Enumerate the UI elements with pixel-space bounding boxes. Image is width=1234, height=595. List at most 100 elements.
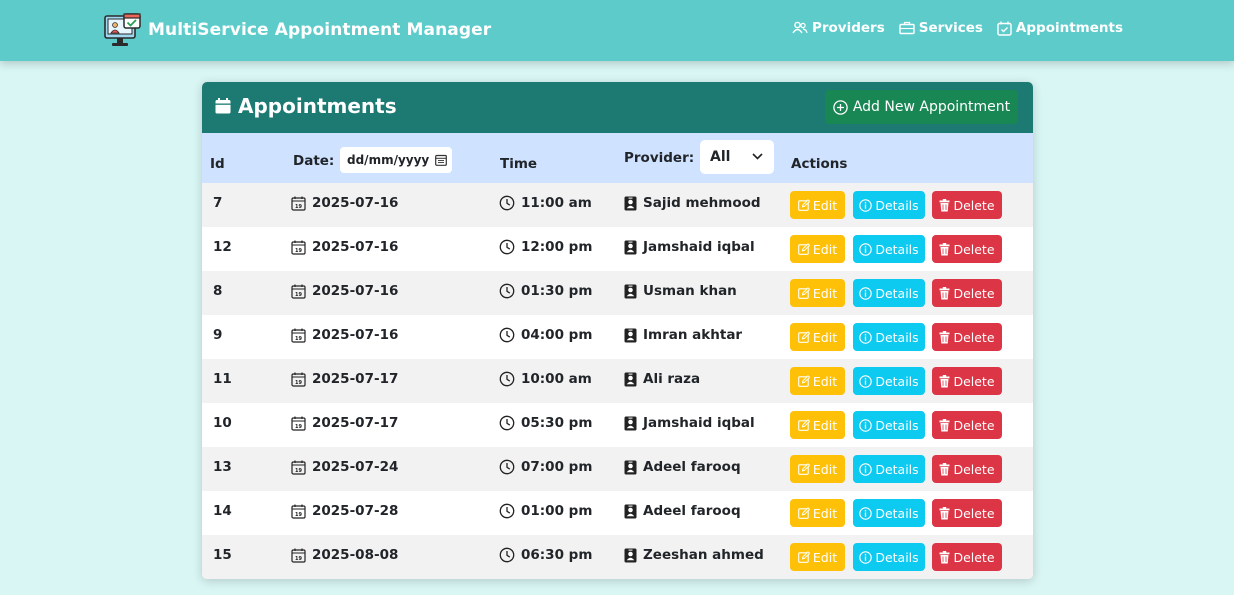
- add-new-appointment-button[interactable]: Add New Appointment: [825, 90, 1018, 124]
- pencil-square-icon: [798, 507, 810, 519]
- table-row: 14 19 2025-07-28 01:00 pm Adeel farooq E…: [202, 491, 1033, 536]
- edit-button[interactable]: Edit: [790, 235, 845, 263]
- nav-appointments-label: Appointments: [1015, 20, 1123, 36]
- svg-text:19: 19: [295, 291, 302, 297]
- delete-button[interactable]: Delete: [932, 191, 1002, 219]
- nav-services-link[interactable]: Services: [899, 20, 983, 36]
- row-provider-cell: Adeel farooq: [624, 459, 741, 475]
- details-button[interactable]: Details: [853, 235, 925, 263]
- details-button[interactable]: Details: [853, 279, 925, 307]
- row-date: 2025-07-16: [312, 239, 399, 255]
- row-id: 10: [213, 415, 232, 431]
- provider-filter-select[interactable]: All: [700, 140, 774, 174]
- row-date-cell: 19 2025-08-08: [291, 547, 398, 563]
- calendar-date-icon: 19: [291, 504, 306, 519]
- nav-providers-link[interactable]: Providers: [792, 20, 885, 36]
- row-time-cell: 06:30 pm: [499, 547, 592, 563]
- clock-icon: [499, 195, 515, 211]
- details-button[interactable]: Details: [853, 499, 925, 527]
- brand-title: MultiService Appointment Manager: [148, 20, 492, 40]
- table-row: 7 19 2025-07-16 11:00 am Sajid mehmood E…: [202, 183, 1033, 228]
- brand[interactable]: MultiService Appointment Manager: [104, 12, 491, 48]
- edit-label: Edit: [812, 241, 838, 257]
- info-circle-icon: [859, 198, 873, 212]
- row-date-cell: 19 2025-07-24: [291, 459, 398, 475]
- info-circle-icon: [859, 242, 873, 256]
- details-button[interactable]: Details: [853, 543, 925, 571]
- details-button[interactable]: Details: [853, 367, 925, 395]
- row-provider: Usman khan: [643, 283, 737, 299]
- delete-button[interactable]: Delete: [932, 543, 1002, 571]
- edit-button[interactable]: Edit: [790, 455, 845, 483]
- row-provider: Jamshaid iqbal: [643, 239, 755, 255]
- table-row: 10 19 2025-07-17 05:30 pm Jamshaid iqbal…: [202, 403, 1033, 448]
- nav-appointments-link[interactable]: Appointments: [997, 20, 1123, 36]
- details-button[interactable]: Details: [853, 411, 925, 439]
- edit-button[interactable]: Edit: [790, 543, 845, 571]
- delete-button[interactable]: Delete: [932, 411, 1002, 439]
- delete-button[interactable]: Delete: [932, 235, 1002, 263]
- calendar-date-icon: 19: [291, 196, 306, 211]
- column-header-date: Date:: [293, 153, 335, 169]
- edit-button[interactable]: Edit: [790, 411, 845, 439]
- delete-button[interactable]: Delete: [932, 455, 1002, 483]
- delete-label: Delete: [953, 417, 995, 433]
- calendar-picker-icon[interactable]: [435, 154, 448, 166]
- edit-button[interactable]: Edit: [790, 367, 845, 395]
- row-id: 13: [213, 459, 232, 475]
- details-label: Details: [875, 417, 919, 433]
- delete-button[interactable]: Delete: [932, 499, 1002, 527]
- row-id: 9: [213, 327, 223, 343]
- info-circle-icon: [859, 462, 873, 476]
- edit-button[interactable]: Edit: [790, 499, 845, 527]
- svg-text:19: 19: [295, 247, 302, 253]
- row-time-cell: 05:30 pm: [499, 415, 592, 431]
- row-time-cell: 04:00 pm: [499, 327, 592, 343]
- nav-providers-label: Providers: [811, 20, 885, 36]
- row-date-cell: 19 2025-07-17: [291, 415, 398, 431]
- delete-button[interactable]: Delete: [932, 279, 1002, 307]
- edit-button[interactable]: Edit: [790, 279, 845, 307]
- table-row: 15 19 2025-08-08 06:30 pm Zeeshan ahmed …: [202, 535, 1033, 579]
- trash-icon: [939, 330, 950, 343]
- pencil-square-icon: [798, 463, 810, 475]
- details-label: Details: [875, 197, 919, 213]
- clock-icon: [499, 239, 515, 255]
- row-time: 11:00 am: [521, 195, 592, 211]
- edit-button[interactable]: Edit: [790, 191, 845, 219]
- details-button[interactable]: Details: [853, 191, 925, 219]
- clock-icon: [499, 327, 515, 343]
- calendar-date-icon: 19: [291, 548, 306, 563]
- details-button[interactable]: Details: [853, 323, 925, 351]
- column-header-time: Time: [500, 156, 538, 172]
- clock-icon: [499, 283, 515, 299]
- info-circle-icon: [859, 506, 873, 520]
- info-circle-icon: [859, 330, 873, 344]
- date-filter-input[interactable]: dd/mm/yyyy: [340, 147, 452, 173]
- provider-filter-value: All: [710, 149, 731, 165]
- clock-icon: [499, 459, 515, 475]
- table-row: 13 19 2025-07-24 07:00 pm Adeel farooq E…: [202, 447, 1033, 492]
- details-button[interactable]: Details: [853, 455, 925, 483]
- delete-button[interactable]: Delete: [932, 323, 1002, 351]
- calendar-date-icon: 19: [291, 460, 306, 475]
- row-time: 01:00 pm: [521, 503, 593, 519]
- row-time: 01:30 pm: [521, 283, 593, 299]
- delete-button[interactable]: Delete: [932, 367, 1002, 395]
- row-date-cell: 19 2025-07-16: [291, 195, 398, 211]
- edit-button[interactable]: Edit: [790, 323, 845, 351]
- row-id: 14: [213, 503, 232, 519]
- row-provider-cell: Ali raza: [624, 371, 700, 387]
- row-provider-cell: Jamshaid iqbal: [624, 239, 755, 255]
- person-badge-icon: [624, 240, 637, 254]
- details-label: Details: [875, 461, 919, 477]
- row-date: 2025-07-16: [312, 283, 399, 299]
- chevron-down-icon: [752, 153, 763, 160]
- row-id: 8: [213, 283, 223, 299]
- delete-label: Delete: [953, 373, 995, 389]
- navbar: MultiService Appointment Manager Provide…: [0, 0, 1234, 61]
- appointments-card: Appointments Add New Appointment Id Date…: [202, 82, 1033, 579]
- row-provider-cell: Adeel farooq: [624, 503, 741, 519]
- person-badge-icon: [624, 460, 637, 474]
- row-id: 12: [213, 239, 232, 255]
